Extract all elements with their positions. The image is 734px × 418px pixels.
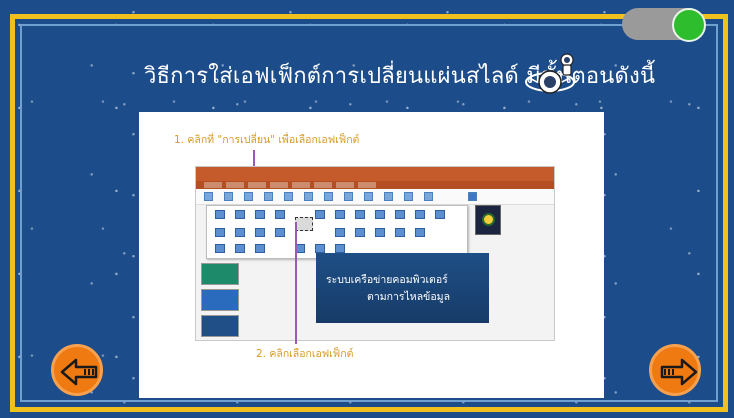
ppt-ribbon (196, 189, 554, 205)
ppt-menubar (196, 181, 554, 189)
right-arrow-icon (660, 358, 698, 386)
powerpoint-screenshot: ระบบเครือข่ายคอมพิวเตอร์ ตามการไหลข้อมูล (195, 166, 555, 341)
side-thumbnail (475, 205, 501, 235)
pointer-line-step-2 (295, 222, 297, 344)
transition-gallery (206, 205, 468, 259)
callout-step-2: 2. คลิกเลือกเอฟเฟ็กต์ (256, 348, 354, 360)
next-button[interactable] (649, 344, 701, 396)
toggle-knob (672, 8, 706, 42)
slide-preview-line-2: ตามการไหลข้อมูล (367, 291, 451, 303)
astronaut-icon (525, 53, 575, 94)
slide-thumbnails (201, 259, 241, 339)
slide-preview: ระบบเครือข่ายคอมพิวเตอร์ ตามการไหลข้อมูล (316, 253, 489, 323)
left-arrow-icon (60, 358, 98, 386)
slide-preview-line-1: ระบบเครือข่ายคอมพิวเตอร์ (326, 274, 448, 286)
slide-stage: วิธีการใส่เอฟเฟ็กต์การเปลี่ยนแผ่นสไลด์ ม… (0, 0, 734, 418)
ppt-titlebar (196, 167, 554, 181)
toggle-switch[interactable] (622, 8, 706, 42)
previous-button[interactable] (51, 344, 103, 396)
callout-step-1: 1. คลิกที่ "การเปลี่ยน" เพื่อเลือกเอฟเฟ็… (174, 134, 360, 146)
selected-transition-effect (295, 217, 313, 231)
